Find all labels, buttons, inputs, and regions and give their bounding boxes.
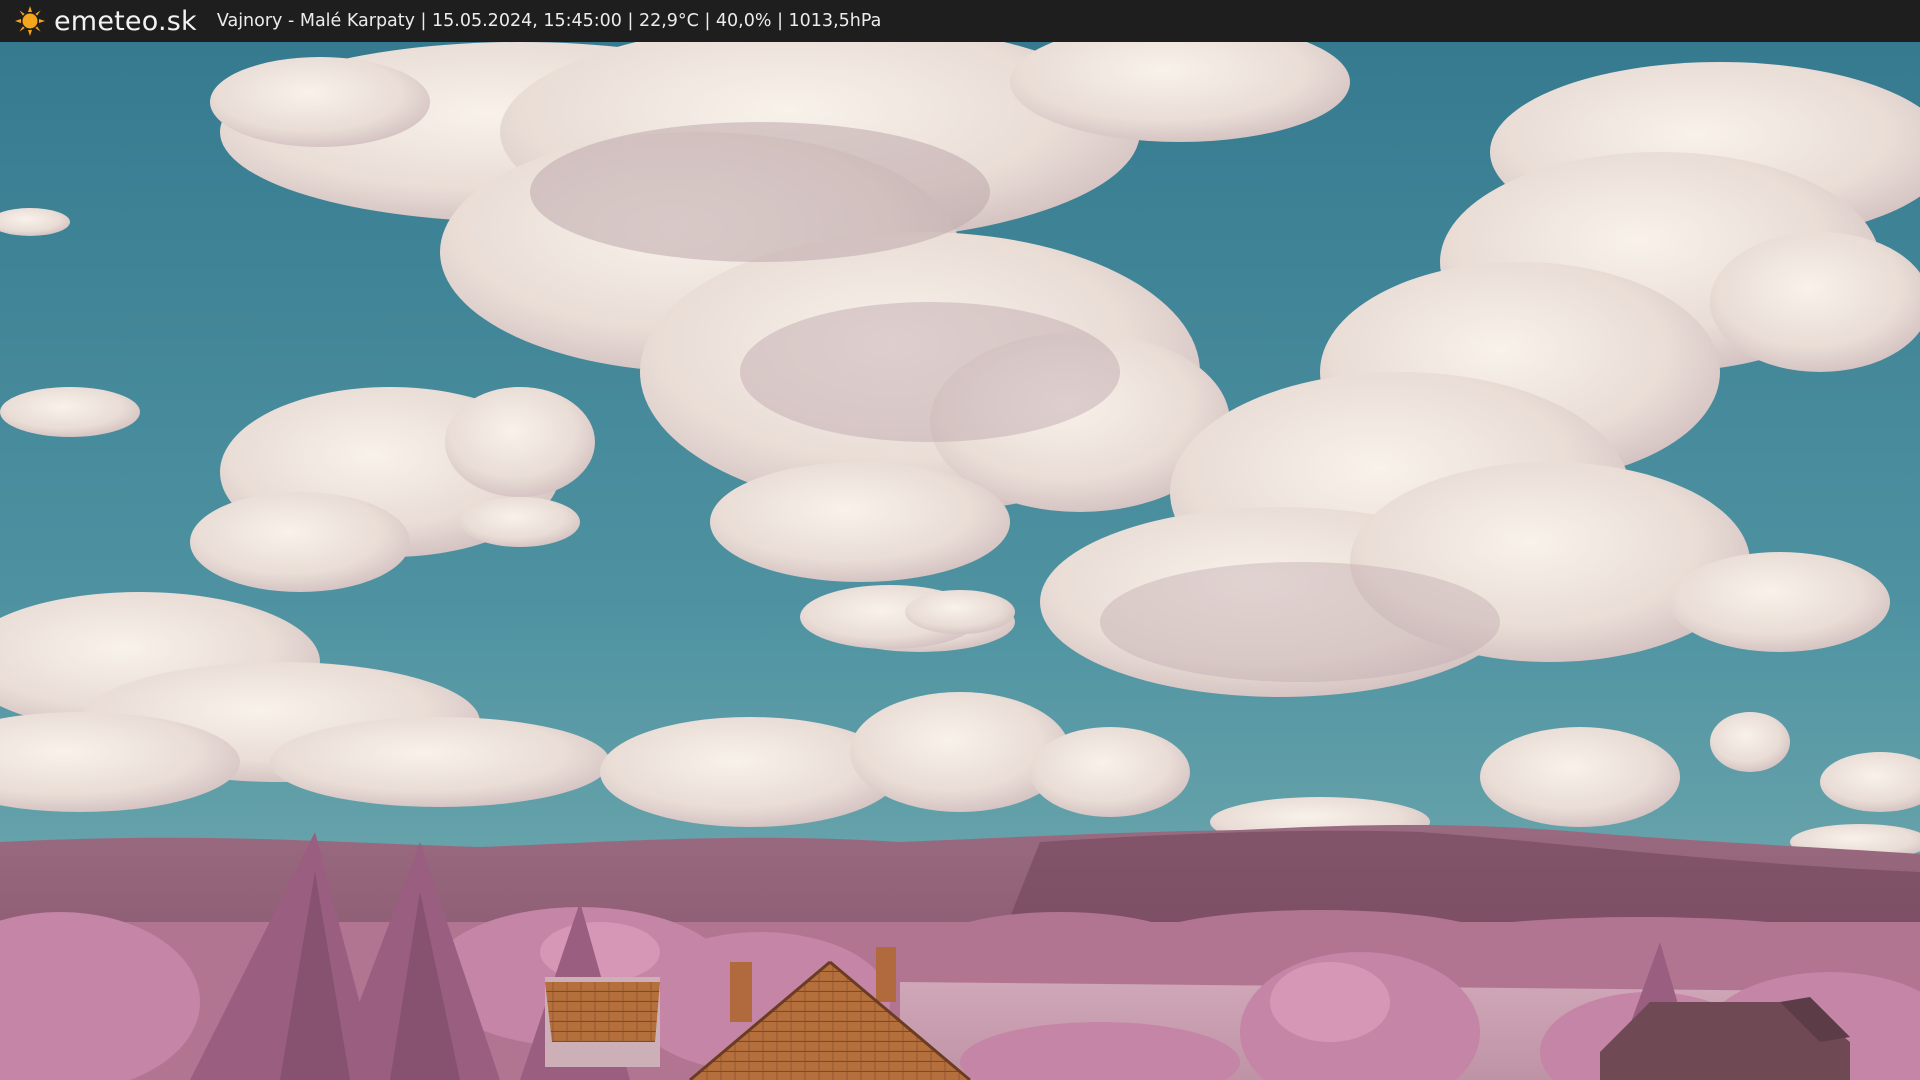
webcam-image [0,42,1920,1080]
brand-name: emeteo.sk [54,5,197,37]
weather-caption: Vajnory - Malé Karpaty | 15.05.2024, 15:… [216,11,882,31]
house-left [545,977,660,1067]
sun-icon [15,6,45,36]
header-bar: emeteo.sk Vajnory - Malé Karpaty | 15.05… [0,0,1920,42]
webcam-frame: emeteo.sk Vajnory - Malé Karpaty | 15.05… [0,0,1920,1080]
brand[interactable]: emeteo.sk [14,5,197,37]
